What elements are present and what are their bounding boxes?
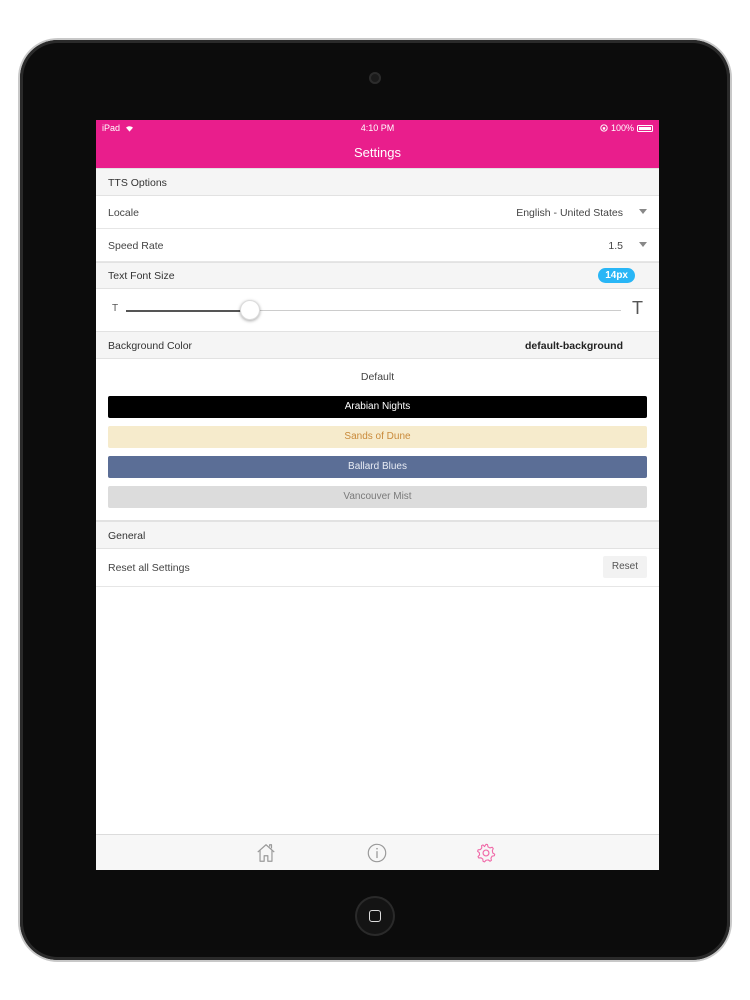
tts-options-header: TTS Options xyxy=(96,168,659,196)
info-icon[interactable] xyxy=(366,842,388,864)
tab-bar xyxy=(96,834,659,870)
background-options: Default Arabian Nights Sands of Dune Bal… xyxy=(96,359,659,521)
small-t-icon: T xyxy=(112,303,119,314)
reset-settings-label: Reset all Settings xyxy=(108,562,190,574)
speed-rate-value[interactable]: 1.5 xyxy=(608,240,623,252)
home-button-square xyxy=(369,910,381,922)
camera xyxy=(369,72,381,84)
font-size-slider-row: T T xyxy=(96,289,659,331)
general-header: General xyxy=(96,521,659,549)
font-size-slider[interactable] xyxy=(126,300,621,320)
rotation-lock-icon xyxy=(600,124,608,132)
slider-fill xyxy=(126,310,250,312)
tts-options-title: TTS Options xyxy=(108,177,167,189)
locale-label: Locale xyxy=(108,207,139,219)
home-icon[interactable] xyxy=(255,842,277,864)
page-title: Settings xyxy=(354,145,401,160)
font-size-badge: 14px xyxy=(598,268,635,283)
home-button[interactable] xyxy=(355,896,395,936)
background-color-value: default-background xyxy=(524,340,623,352)
large-t-icon: T xyxy=(632,298,643,318)
slider-thumb[interactable] xyxy=(239,300,260,320)
option-vancouver-mist[interactable]: Vancouver Mist xyxy=(108,486,647,508)
speed-rate-row[interactable]: Speed Rate 1.5 xyxy=(96,229,659,262)
reset-button[interactable]: Reset xyxy=(602,556,647,578)
battery-percent: 100% xyxy=(610,123,634,133)
status-time: 4:10 PM xyxy=(360,123,395,133)
option-sands-of-dune[interactable]: Sands of Dune xyxy=(108,426,647,448)
locale-value[interactable]: English - United States xyxy=(516,207,623,219)
option-ballard-blues[interactable]: Ballard Blues xyxy=(108,456,647,478)
general-title: General xyxy=(108,530,146,542)
chevron-down-icon[interactable] xyxy=(639,209,647,214)
nav-bar: Settings xyxy=(96,138,659,168)
option-default[interactable]: Default xyxy=(96,371,659,383)
app-screen: iPad 4:10 PM 100% Settings TTS Options L… xyxy=(96,120,659,870)
background-color-title: Background Color xyxy=(108,340,193,352)
background-color-header: Background Color default-background xyxy=(96,331,659,359)
reset-settings-row: Reset all Settings Reset xyxy=(96,549,659,587)
gear-icon[interactable] xyxy=(475,842,497,864)
option-arabian-nights[interactable]: Arabian Nights xyxy=(108,396,647,418)
battery-icon xyxy=(637,124,653,132)
status-right: 100% xyxy=(600,123,653,133)
ipad-frame: iPad 4:10 PM 100% Settings TTS Options L… xyxy=(20,40,730,960)
font-size-title: Text Font Size xyxy=(108,270,175,282)
status-bar: iPad 4:10 PM 100% xyxy=(96,120,659,138)
locale-row[interactable]: Locale English - United States xyxy=(96,196,659,229)
chevron-down-icon[interactable] xyxy=(639,242,647,247)
speed-rate-label: Speed Rate xyxy=(108,240,164,252)
font-size-header: Text Font Size 14px xyxy=(96,262,659,289)
